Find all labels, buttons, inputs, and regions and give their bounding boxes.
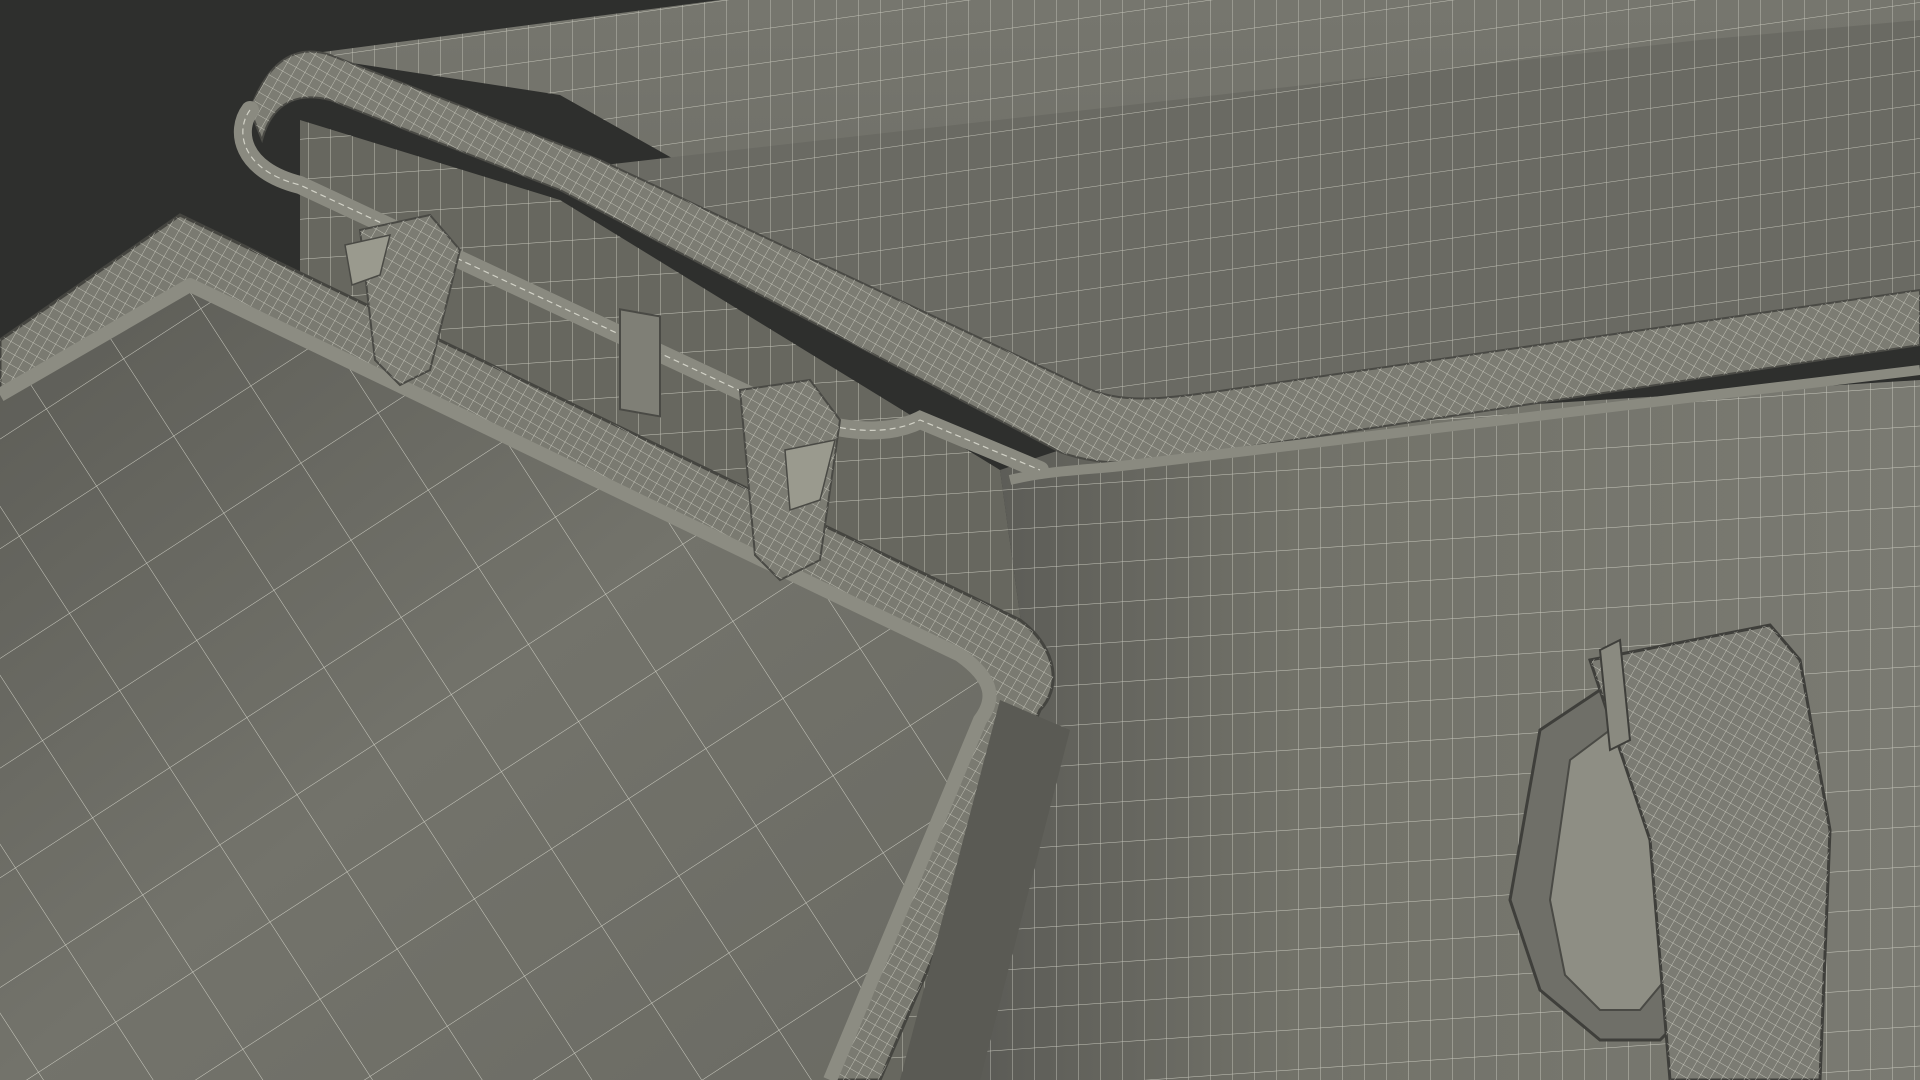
wireframe-render — [0, 0, 1920, 1080]
rim-clip — [619, 308, 661, 418]
render-viewport — [0, 0, 1920, 1080]
